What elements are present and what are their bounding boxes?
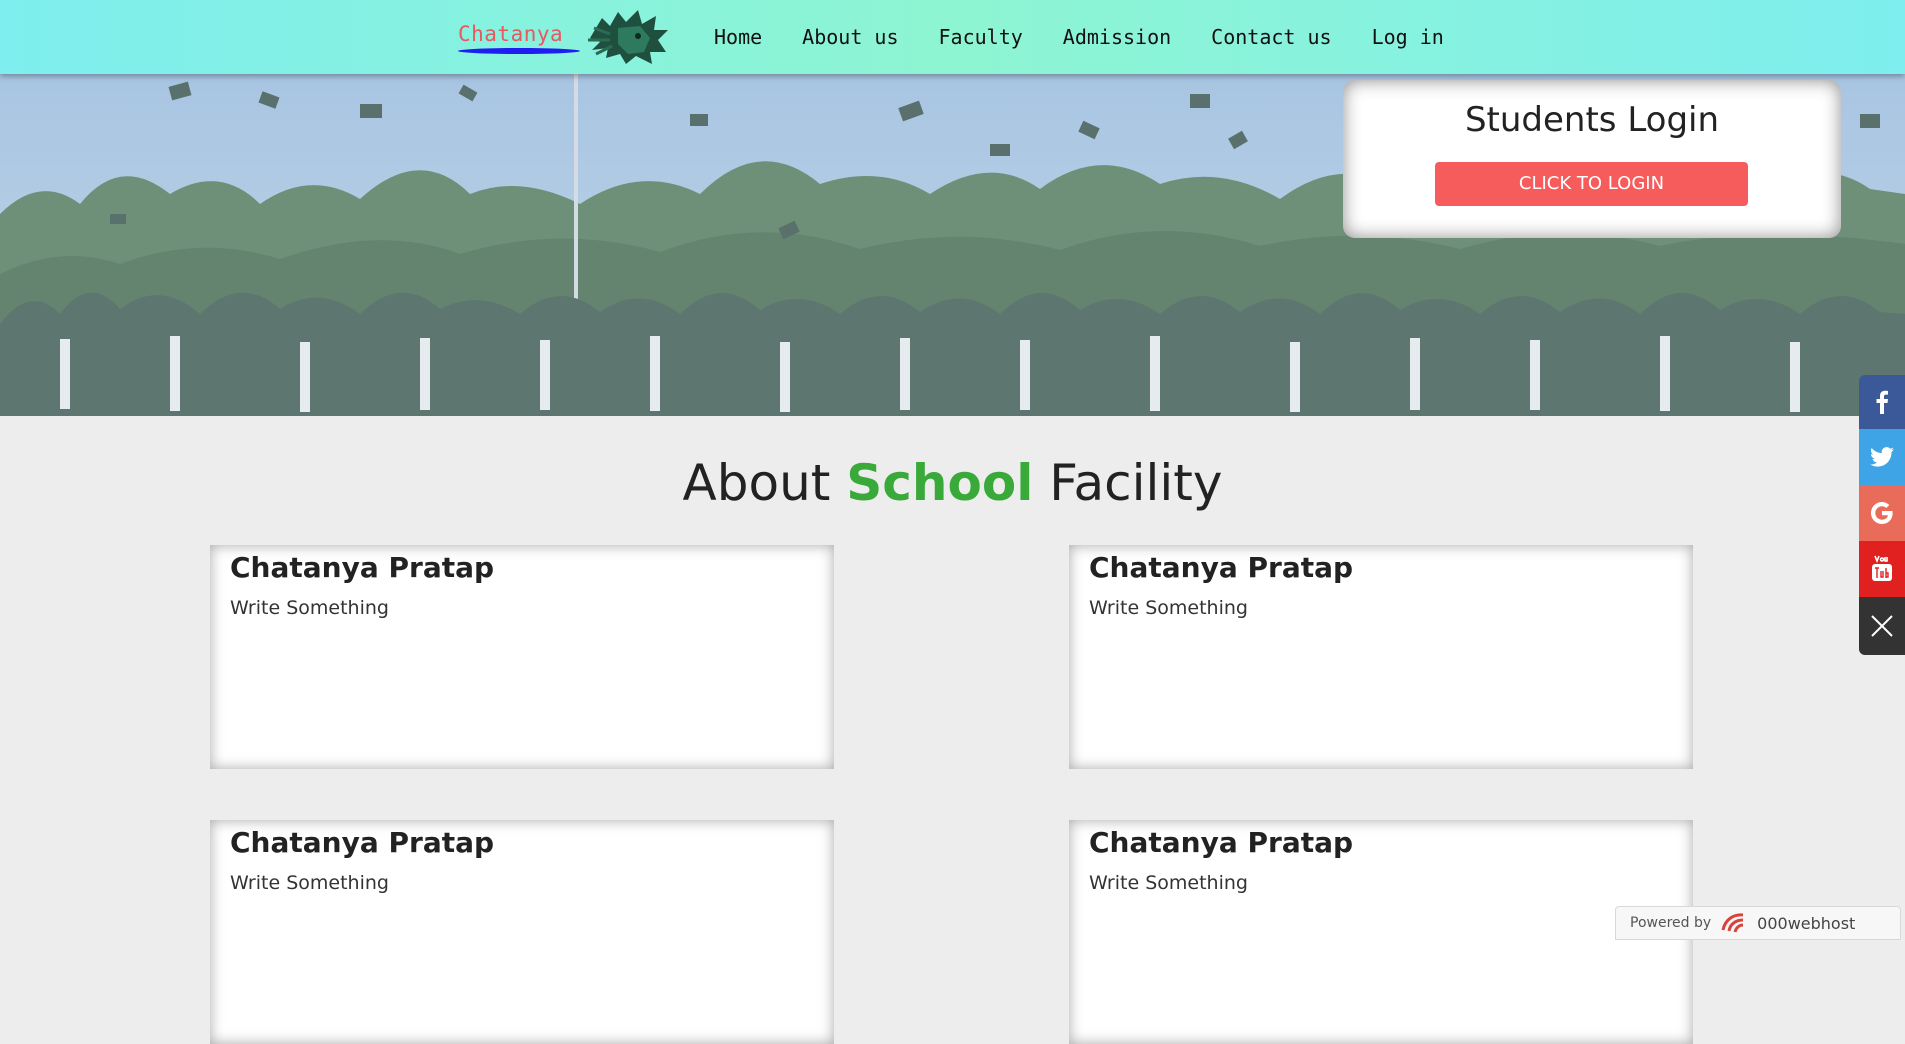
facebook-icon	[1876, 390, 1888, 414]
facility-card: Chatanya Pratap Write Something	[210, 545, 834, 769]
facility-card: Chatanya Pratap Write Something	[1069, 545, 1693, 769]
students-login-panel: Students Login CLICK TO LOGIN	[1343, 80, 1841, 238]
close-share-bar-button[interactable]	[1859, 597, 1905, 655]
close-icon	[1871, 615, 1893, 637]
section-title: About School Facility	[0, 454, 1905, 512]
card-title: Chatanya Pratap	[230, 551, 495, 584]
nav-admission[interactable]: Admission	[1063, 25, 1171, 49]
card-title: Chatanya Pratap	[1089, 826, 1354, 859]
facility-card: Chatanya Pratap Write Something	[210, 820, 834, 1044]
host-name: 000webhost	[1757, 913, 1856, 933]
brand-underline	[458, 48, 580, 54]
social-share-bar	[1859, 375, 1905, 655]
nav-about-us[interactable]: About us	[802, 25, 898, 49]
lion-head-icon	[588, 10, 668, 64]
webhost-logo-icon	[1721, 913, 1744, 933]
nav-links: Home About us Faculty Admission Contact …	[714, 0, 1484, 74]
youtube-button[interactable]	[1859, 541, 1905, 597]
navbar: Chatanya Home About us Faculty Admission…	[0, 0, 1905, 74]
nav-home[interactable]: Home	[714, 25, 762, 49]
nav-faculty[interactable]: Faculty	[939, 25, 1023, 49]
powered-by-badge[interactable]: Powered by 000webhost	[1615, 906, 1901, 940]
powered-label: Powered by	[1630, 915, 1712, 931]
card-text: Write Something	[230, 872, 389, 894]
twitter-button[interactable]	[1859, 429, 1905, 485]
nav-contact-us[interactable]: Contact us	[1211, 25, 1331, 49]
card-title: Chatanya Pratap	[1089, 551, 1354, 584]
brand-name: Chatanya	[458, 22, 564, 46]
card-text: Write Something	[230, 597, 389, 619]
facility-card: Chatanya Pratap Write Something	[1069, 820, 1693, 1044]
section-title-after: Facility	[1049, 454, 1223, 512]
card-text: Write Something	[1089, 597, 1248, 619]
login-title: Students Login	[1464, 100, 1720, 140]
google-icon	[1871, 502, 1893, 524]
click-to-login-button[interactable]: CLICK TO LOGIN	[1435, 162, 1748, 206]
brand-logo[interactable]: Chatanya	[458, 8, 670, 68]
facebook-button[interactable]	[1859, 375, 1905, 429]
twitter-icon	[1870, 447, 1894, 467]
youtube-icon	[1872, 555, 1892, 581]
card-title: Chatanya Pratap	[230, 826, 495, 859]
section-title-before: About	[682, 454, 831, 512]
google-button[interactable]	[1859, 485, 1905, 541]
card-text: Write Something	[1089, 872, 1248, 894]
nav-log-in[interactable]: Log in	[1372, 25, 1444, 49]
section-title-accent: School	[846, 454, 1034, 512]
